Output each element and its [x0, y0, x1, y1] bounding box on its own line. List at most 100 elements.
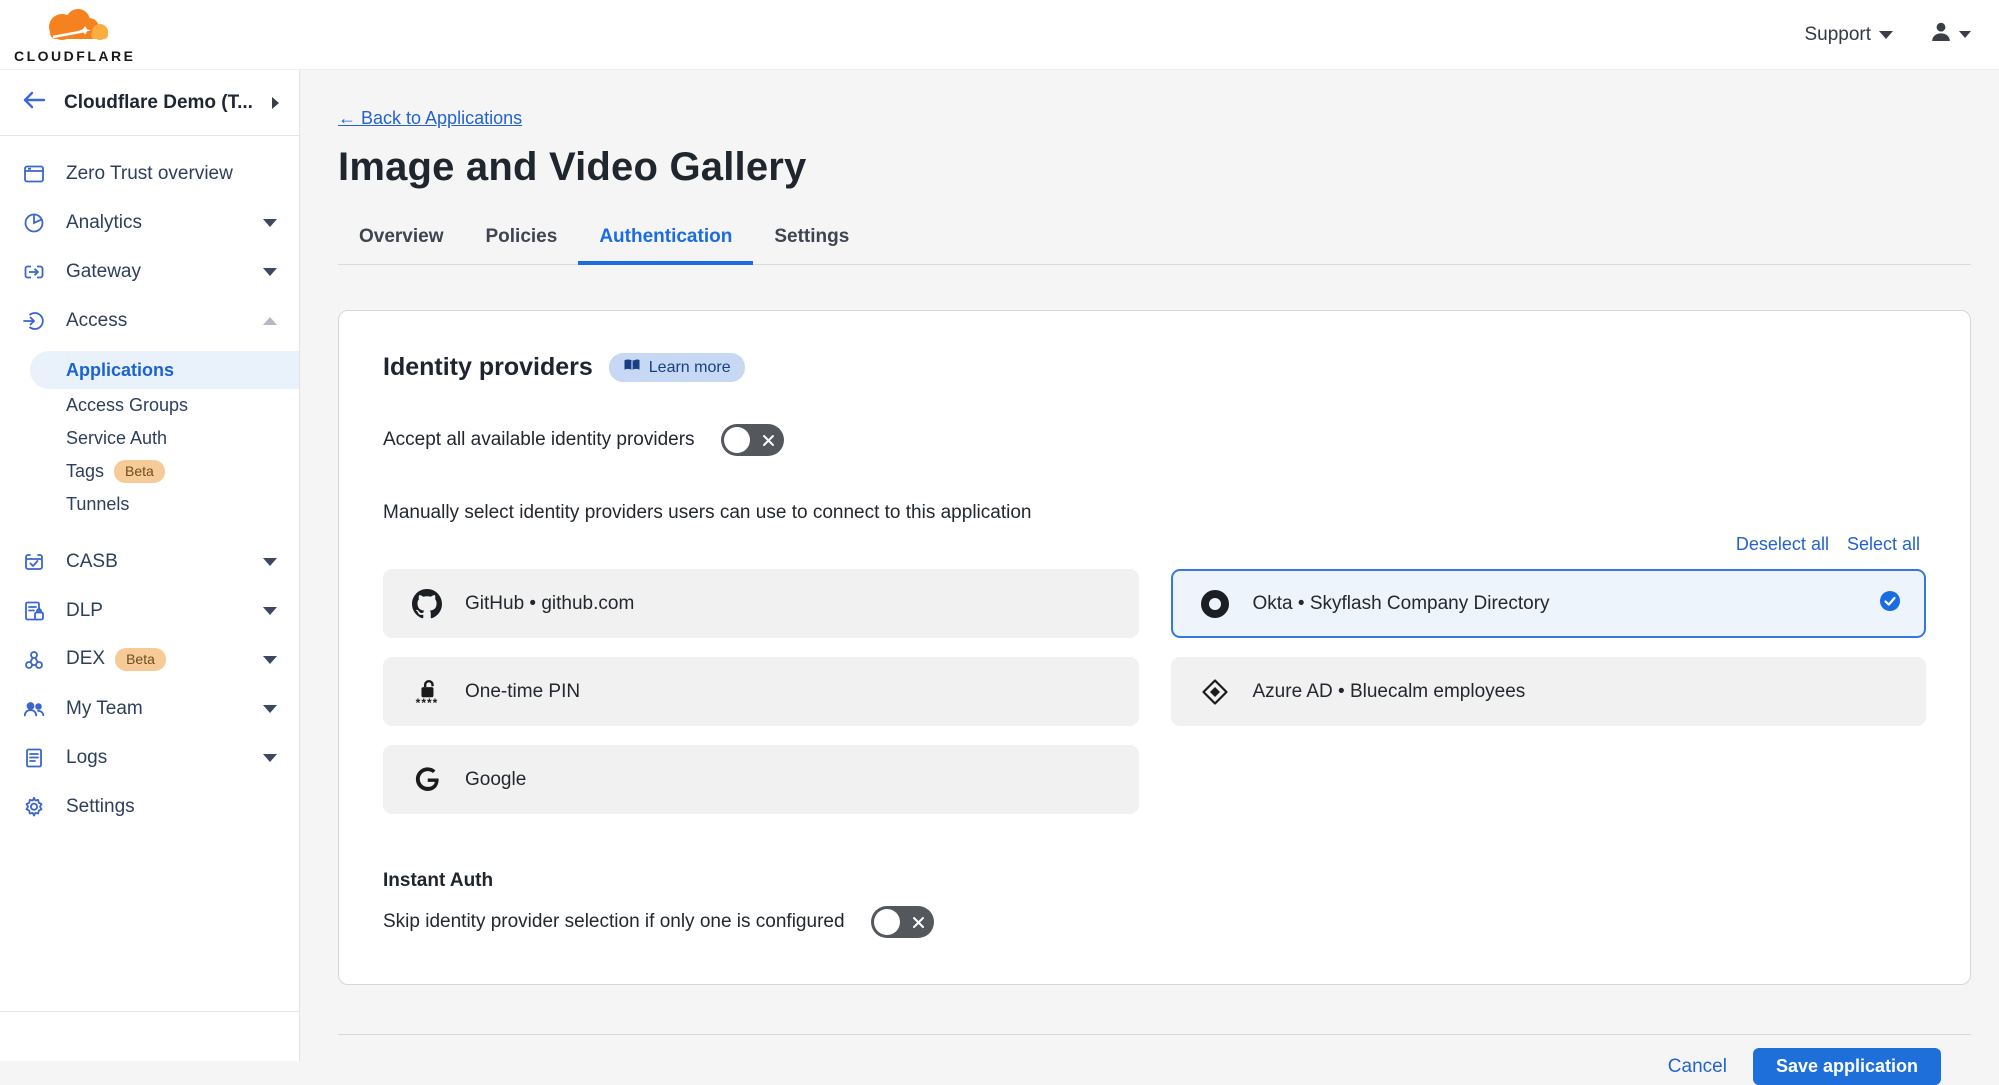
instant-auth-label: Skip identity provider selection if only… [383, 911, 845, 933]
chevron-up-icon [263, 317, 277, 325]
provider-card-google[interactable]: Google [383, 745, 1139, 814]
learn-more-label: Learn more [649, 359, 731, 377]
toggle-knob [724, 427, 750, 453]
instant-auth-toggle[interactable] [871, 906, 934, 938]
okta-icon [1199, 589, 1231, 619]
sidebar-item-access-groups[interactable]: Access Groups [0, 389, 299, 422]
cancel-button[interactable]: Cancel [1668, 1056, 1727, 1078]
provider-name: Azure AD • Bluecalm employees [1253, 681, 1901, 703]
tab-authentication[interactable]: Authentication [578, 216, 753, 265]
main-content: ← Back to Applications Image and Video G… [300, 70, 1999, 1061]
provider-card-okta[interactable]: Okta • Skyflash Company Directory [1171, 569, 1927, 638]
sidebar-item-label: Access Groups [66, 395, 188, 416]
one-time-pin-icon: **** [411, 678, 443, 706]
sidebar-item-service-auth[interactable]: Service Auth [0, 422, 299, 455]
cloudflare-wordmark: CLOUDFLARE [14, 49, 135, 63]
sidebar-divider [0, 1011, 299, 1061]
sidebar-item-label: Tags [66, 461, 104, 482]
form-footer: Cancel Save application [338, 1034, 1971, 1085]
sidebar-item-dex[interactable]: DEX Beta [0, 635, 299, 684]
chevron-down-icon [263, 656, 277, 664]
chevron-down-icon [263, 754, 277, 762]
sidebar-item-label: Settings [66, 796, 135, 818]
sidebar-item-my-team[interactable]: My Team [0, 684, 299, 733]
tab-settings[interactable]: Settings [753, 216, 870, 265]
accept-all-toggle[interactable] [721, 424, 784, 456]
top-header: CLOUDFLARE Support [0, 0, 1999, 70]
azure-ad-icon [1199, 678, 1231, 706]
chevron-down-icon [263, 607, 277, 615]
chevron-right-icon[interactable] [272, 97, 279, 109]
sidebar-item-applications[interactable]: Applications [30, 351, 299, 389]
toggle-off-x-icon [762, 434, 775, 452]
page-title: Image and Video Gallery [338, 145, 1971, 190]
user-icon [1929, 20, 1953, 49]
sidebar: Cloudflare Demo (T... Zero Trust overvie… [0, 70, 300, 1061]
team-switcher[interactable]: Cloudflare Demo (T... [0, 70, 299, 136]
sidebar-item-label: CASB [66, 551, 118, 573]
chevron-down-icon [263, 219, 277, 227]
provider-name: GitHub • github.com [465, 593, 1113, 615]
identity-providers-heading: Identity providers [383, 353, 593, 382]
tab-overview[interactable]: Overview [338, 216, 465, 265]
github-icon [411, 589, 443, 619]
access-subnav: Applications Access Groups Service Auth … [0, 351, 299, 521]
pin-mask-text: **** [416, 701, 439, 706]
sidebar-item-label: Gateway [66, 261, 141, 283]
sidebar-item-label: Zero Trust overview [66, 163, 233, 185]
sidebar-item-label: DLP [66, 600, 103, 622]
back-arrow-icon[interactable] [22, 91, 46, 114]
dex-icon [22, 648, 46, 672]
save-application-button[interactable]: Save application [1753, 1048, 1941, 1085]
sidebar-item-label: My Team [66, 698, 143, 720]
beta-badge: Beta [114, 460, 165, 483]
provider-name: Google [465, 769, 1113, 791]
sidebar-item-gateway[interactable]: Gateway [0, 247, 299, 296]
provider-card-one-time-pin[interactable]: **** One-time PIN [383, 657, 1139, 726]
provider-card-github[interactable]: GitHub • github.com [383, 569, 1139, 638]
sidebar-item-access[interactable]: Access [0, 296, 299, 345]
sidebar-item-zero-trust-overview[interactable]: Zero Trust overview [0, 149, 299, 198]
learn-more-badge[interactable]: Learn more [609, 353, 745, 382]
selected-check-icon [1880, 591, 1900, 617]
sidebar-item-analytics[interactable]: Analytics [0, 198, 299, 247]
cloudflare-logo[interactable]: CLOUDFLARE [14, 6, 135, 63]
toggle-off-x-icon [912, 916, 925, 934]
sidebar-item-label: Service Auth [66, 428, 167, 449]
sidebar-item-settings[interactable]: Settings [0, 782, 299, 831]
provider-name: One-time PIN [465, 681, 1113, 703]
back-to-applications-link[interactable]: ← Back to Applications [338, 108, 522, 129]
sidebar-item-tunnels[interactable]: Tunnels [0, 488, 299, 521]
provider-card-azure-ad[interactable]: Azure AD • Bluecalm employees [1171, 657, 1927, 726]
instant-auth-heading: Instant Auth [383, 870, 1926, 892]
deselect-all-link[interactable]: Deselect all [1736, 534, 1829, 555]
chevron-down-icon [1879, 31, 1893, 39]
sidebar-item-label: Applications [66, 360, 174, 381]
sidebar-item-label: DEX [66, 648, 105, 670]
dlp-icon [22, 599, 46, 623]
team-name: Cloudflare Demo (T... [64, 92, 254, 114]
empty-grid-cell [1171, 745, 1927, 814]
sidebar-item-dlp[interactable]: DLP [0, 586, 299, 635]
support-menu[interactable]: Support [1804, 24, 1893, 46]
sidebar-item-casb[interactable]: CASB [0, 537, 299, 586]
sidebar-item-logs[interactable]: Logs [0, 733, 299, 782]
sidebar-item-label: Analytics [66, 212, 142, 234]
chevron-down-icon [263, 558, 277, 566]
select-all-link[interactable]: Select all [1847, 534, 1920, 555]
provider-grid: GitHub • github.com Okta • Skyflash Comp… [383, 569, 1926, 814]
manual-select-label: Manually select identity providers users… [383, 502, 1926, 524]
toggle-knob [874, 909, 900, 935]
provider-name: Okta • Skyflash Company Directory [1253, 593, 1859, 615]
analytics-icon [22, 211, 46, 235]
logs-icon [22, 746, 46, 770]
sidebar-item-tags[interactable]: Tags Beta [0, 455, 299, 488]
sidebar-item-label: Tunnels [66, 494, 129, 515]
google-icon [411, 766, 443, 793]
tab-policies[interactable]: Policies [465, 216, 579, 265]
overview-icon [22, 162, 46, 186]
user-menu[interactable] [1929, 20, 1971, 49]
book-icon [623, 358, 641, 377]
support-label: Support [1804, 24, 1871, 46]
access-icon [22, 309, 46, 333]
